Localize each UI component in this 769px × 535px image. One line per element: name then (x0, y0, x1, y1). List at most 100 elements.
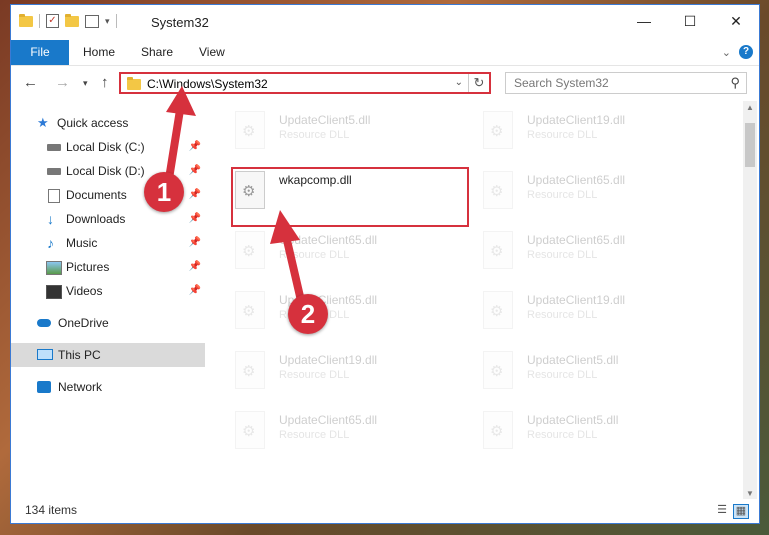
dll-file-icon (235, 291, 265, 329)
sidebar-item-downloads[interactable]: ↓ Downloads 📌 (11, 207, 205, 231)
file-item[interactable]: UpdateClient19.dll Resource DLL (231, 347, 469, 397)
navigation-pane: ★ Quick access Local Disk (C:) 📌 Local D… (11, 101, 207, 501)
details-view-icon[interactable]: ☰ (715, 504, 729, 517)
address-path[interactable]: C:\Windows\System32 (147, 77, 268, 91)
pin-icon[interactable]: 📌 (189, 183, 201, 207)
file-item[interactable]: UpdateClient65.dll Resource DLL (479, 227, 717, 277)
maximize-button[interactable]: ☐ (667, 5, 713, 37)
file-type: Resource DLL (279, 429, 350, 441)
this-pc-icon (37, 349, 53, 360)
dll-file-icon (483, 111, 513, 149)
sidebar-item-music[interactable]: ♪ Music 📌 (11, 231, 205, 255)
sidebar-item-pictures[interactable]: Pictures 📌 (11, 255, 205, 279)
help-icon[interactable]: ? (739, 45, 753, 59)
file-item[interactable]: UpdateClient5.dll Resource DLL (479, 407, 717, 457)
sidebar-item-videos[interactable]: Videos 📌 (11, 279, 205, 303)
pin-icon[interactable]: 📌 (189, 159, 201, 183)
pin-icon[interactable]: 📌 (189, 207, 201, 231)
sidebar-item-this-pc[interactable]: This PC (11, 343, 205, 367)
recent-locations-icon[interactable]: ▾ (83, 78, 88, 89)
pin-icon[interactable]: 📌 (189, 255, 201, 279)
close-button[interactable]: ✕ (713, 5, 759, 37)
file-item[interactable]: UpdateClient65.dll Resource DLL (231, 407, 469, 457)
minimize-button[interactable]: — (621, 5, 667, 37)
sidebar-item-label: Local Disk (C:) (66, 140, 145, 154)
sidebar-item-onedrive[interactable]: OneDrive (11, 311, 205, 335)
pin-icon[interactable]: 📌 (189, 135, 201, 159)
sidebar-item-network[interactable]: Network (11, 375, 205, 399)
expand-ribbon-icon[interactable]: ⌄ (722, 46, 731, 59)
wkapcomp-highlight-box (231, 167, 469, 227)
status-bar: 134 items ☰ ▦ (11, 499, 759, 523)
file-type: Resource DLL (527, 189, 598, 201)
forward-arrow-icon[interactable]: → (55, 74, 70, 91)
sidebar-item-local-disk-c[interactable]: Local Disk (C:) 📌 (11, 135, 205, 159)
pictures-icon (46, 261, 62, 275)
file-name: UpdateClient5.dll (527, 353, 619, 367)
file-item[interactable]: UpdateClient19.dll Resource DLL (479, 107, 717, 157)
item-count: 134 items (25, 503, 78, 517)
large-icons-view-icon[interactable]: ▦ (733, 504, 749, 519)
file-item[interactable]: UpdateClient65.dll Resource DLL (231, 287, 469, 337)
file-type: Resource DLL (279, 369, 350, 381)
back-arrow-icon[interactable]: ← (23, 74, 38, 91)
tab-share[interactable]: Share (141, 40, 173, 65)
pin-icon[interactable]: 📌 (189, 231, 201, 255)
search-box[interactable]: Search System32 ⚲ (505, 72, 747, 94)
sidebar-item-label: Network (58, 380, 103, 394)
file-name: UpdateClient65.dll (527, 233, 626, 247)
file-item[interactable]: UpdateClient19.dll Resource DLL (479, 287, 717, 337)
pin-icon[interactable]: 📌 (189, 279, 201, 303)
refresh-icon[interactable]: ↻ (468, 74, 489, 92)
file-name: UpdateClient19.dll (527, 293, 626, 307)
toolbar-separator (39, 14, 40, 28)
sidebar-item-label: Downloads (66, 212, 126, 226)
vertical-scrollbar[interactable]: ▲ ▼ (743, 101, 757, 501)
file-item[interactable]: UpdateClient5.dll Resource DLL (479, 347, 717, 397)
new-folder-icon[interactable] (65, 13, 79, 27)
up-arrow-icon[interactable]: ↑ (101, 74, 109, 91)
sidebar-item-label: Music (66, 236, 98, 250)
file-name: UpdateClient19.dll (279, 353, 378, 367)
sidebar-item-label: OneDrive (58, 316, 109, 330)
scroll-thumb[interactable] (745, 123, 755, 167)
tab-view[interactable]: View (199, 40, 225, 65)
sidebar-item-label: This PC (58, 348, 101, 362)
disk-icon (47, 168, 61, 175)
file-type: Resource DLL (527, 369, 598, 381)
sidebar-item-quick-access[interactable]: ★ Quick access (11, 111, 205, 135)
address-bar[interactable]: C:\Windows\System32 ⌄ ↻ (119, 72, 491, 94)
toolbar-dropdown-icon[interactable]: ▾ (105, 16, 110, 27)
file-type: Resource DLL (527, 309, 598, 321)
documents-icon (48, 189, 60, 203)
step-2-badge: 2 (288, 294, 328, 334)
search-input[interactable]: Search System32 (514, 76, 609, 90)
folder-icon (19, 13, 33, 27)
network-icon (37, 381, 51, 393)
music-icon: ♪ (47, 235, 54, 251)
downloads-icon: ↓ (47, 211, 54, 227)
sidebar-item-label: Videos (66, 284, 103, 298)
scroll-up-icon[interactable]: ▲ (743, 101, 757, 115)
file-name: UpdateClient5.dll (279, 113, 371, 127)
file-item[interactable]: UpdateClient65.dll Resource DLL (479, 167, 717, 217)
address-dropdown-icon[interactable]: ⌄ (455, 77, 463, 88)
file-name: UpdateClient5.dll (527, 413, 619, 427)
dll-file-icon (235, 411, 265, 449)
file-type: Resource DLL (527, 129, 598, 141)
sidebar-item-label: Local Disk (D:) (66, 164, 145, 178)
title-separator (115, 14, 117, 28)
file-item[interactable]: UpdateClient65.dll Resource DLL (231, 227, 469, 277)
dll-file-icon (235, 231, 265, 269)
sidebar-item-label: Quick access (57, 116, 129, 130)
file-item[interactable]: UpdateClient5.dll Resource DLL (231, 107, 469, 157)
dll-file-icon (483, 171, 513, 209)
tab-home[interactable]: Home (83, 40, 115, 65)
tab-file[interactable]: File (11, 40, 69, 65)
properties-check-icon[interactable]: ✓ (46, 14, 59, 28)
dll-file-icon (483, 231, 513, 269)
file-name: UpdateClient65.dll (279, 233, 378, 247)
star-icon: ★ (37, 115, 49, 130)
search-icon[interactable]: ⚲ (730, 75, 740, 91)
customize-toolbar-icon[interactable] (85, 14, 99, 28)
